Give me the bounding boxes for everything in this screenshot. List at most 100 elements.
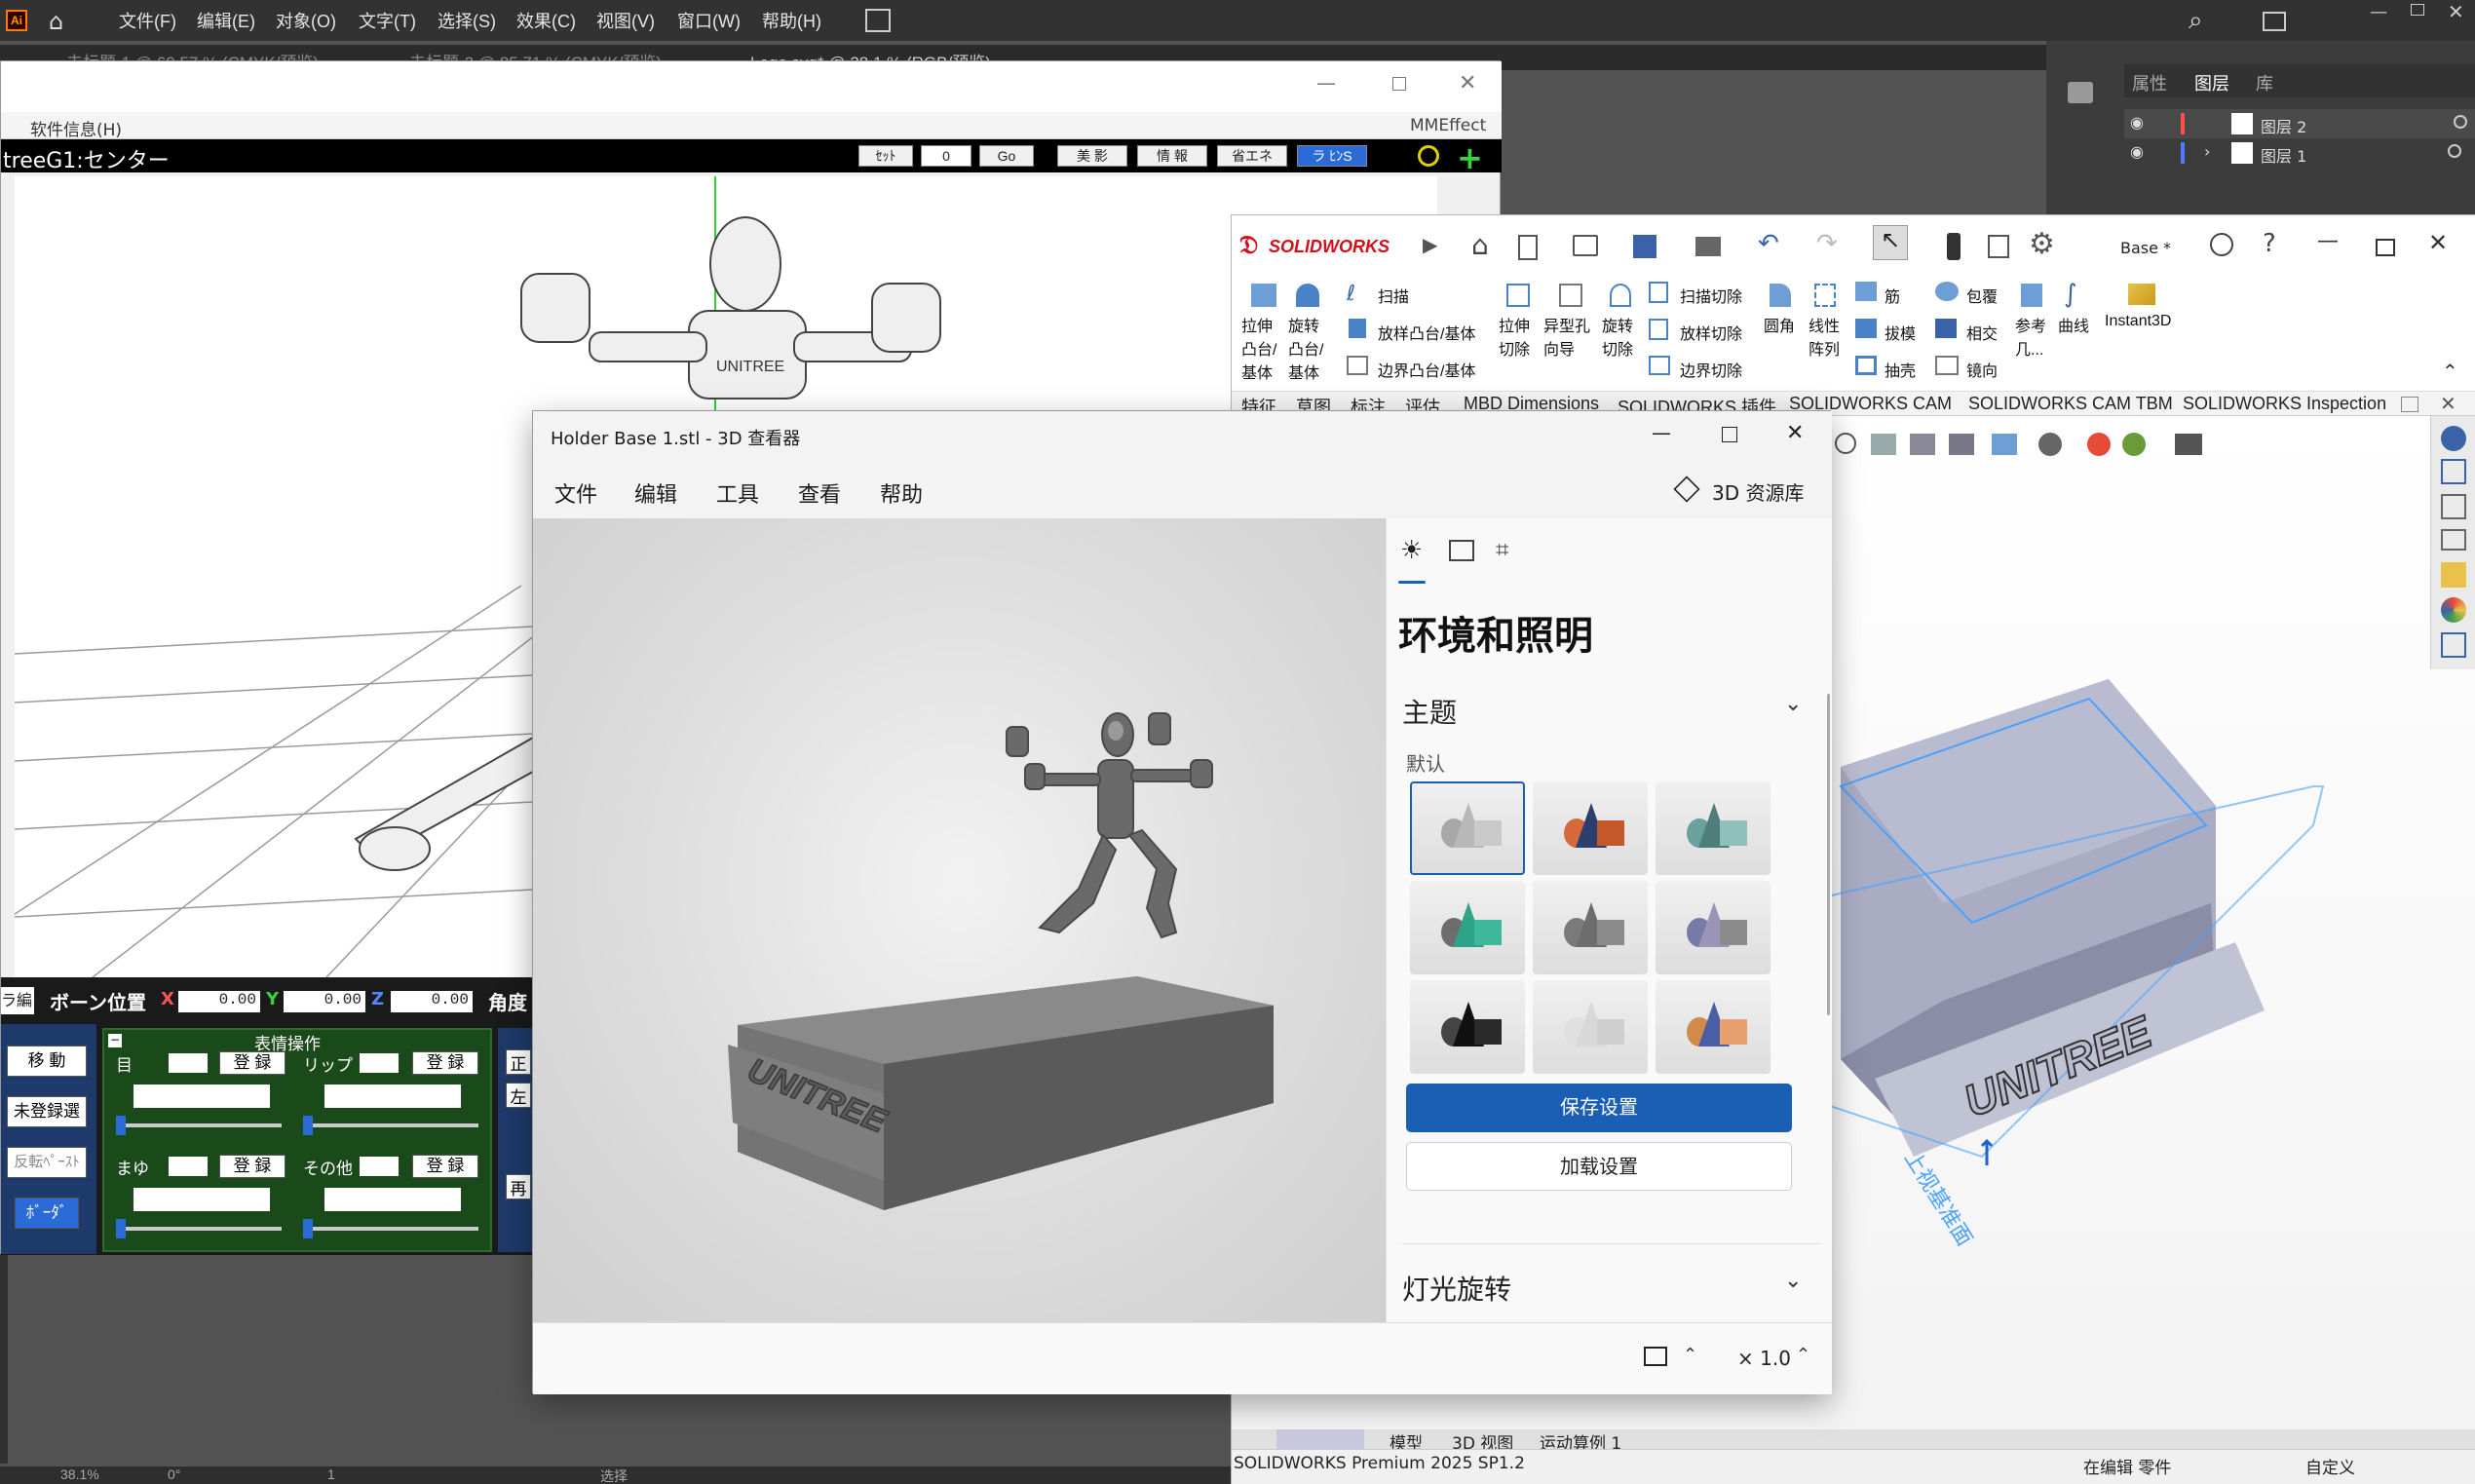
shell-label[interactable]: 抽壳 (1885, 358, 1916, 381)
add-icon[interactable]: + (1457, 139, 1483, 176)
extrude-cut-icon[interactable] (1506, 284, 1530, 307)
chevron-up-icon[interactable]: ⌃ (1683, 1345, 1697, 1365)
menu-view[interactable]: 视图(V) (596, 8, 655, 33)
collapse-icon[interactable]: − (108, 1034, 122, 1047)
help-icon[interactable]: ? (2263, 229, 2276, 258)
reverse-paste-button[interactable]: 反転ﾍﾟｰｽﾄ (7, 1147, 87, 1178)
3d-library-button[interactable]: 3D 资源库 (1712, 477, 1804, 506)
other-slider[interactable] (303, 1219, 478, 1238)
account-icon[interactable] (2210, 233, 2233, 256)
boundary-icon[interactable] (1347, 356, 1368, 375)
slider-thumb[interactable] (116, 1116, 126, 1135)
theme-tile-5[interactable] (1533, 881, 1648, 974)
nav-arrows[interactable] (1276, 1429, 1364, 1449)
eco-button[interactable]: 省エネ (1217, 145, 1287, 167)
brow-register-button[interactable]: 登 録 (219, 1155, 286, 1178)
restore-pane-icon[interactable] (2401, 397, 2418, 412)
home-icon[interactable]: ⌂ (1471, 229, 1489, 261)
eye-icon[interactable]: ◉ (2130, 142, 2144, 161)
artboard-field[interactable]: 1 (327, 1466, 335, 1482)
fillet-label[interactable]: 圆角 (1764, 313, 1799, 336)
minimize-icon[interactable]: — (1652, 421, 1671, 444)
front-button[interactable]: 正 (506, 1049, 531, 1075)
theme-tile-7[interactable] (1410, 980, 1525, 1074)
menu-view[interactable]: 查看 (798, 477, 841, 509)
maximize-icon[interactable] (2376, 239, 2395, 256)
z-field[interactable]: 0.00 (391, 991, 473, 1012)
beauty-button[interactable]: 美 影 (1057, 145, 1127, 167)
menu-software-info[interactable]: 软件信息(H) (30, 116, 122, 140)
draft-icon[interactable] (1855, 319, 1877, 338)
restore-icon[interactable] (2411, 4, 2424, 16)
go-button[interactable]: Go (979, 145, 1034, 167)
boundary-cut-label[interactable]: 边界切除 (1680, 358, 1742, 381)
intersect-icon[interactable] (1935, 319, 1957, 338)
cube-icon[interactable] (1673, 476, 1700, 503)
print-icon[interactable] (1695, 237, 1721, 256)
close-icon[interactable]: ✕ (1459, 71, 1476, 95)
loft-cut-icon[interactable] (1649, 319, 1668, 340)
menu-help[interactable]: 帮助(H) (762, 8, 821, 33)
panel-tab-properties[interactable]: 属性 (2132, 70, 2167, 95)
rib-icon[interactable] (1855, 282, 1877, 301)
menu-object[interactable]: 对象(O) (276, 8, 336, 33)
extrude-boss-icon[interactable] (1251, 284, 1276, 307)
select-icon[interactable]: ↖ (1873, 225, 1908, 260)
sun-icon[interactable]: ☀ (1400, 536, 1423, 565)
zoom-field[interactable]: 38.1% (60, 1466, 99, 1482)
undo-icon[interactable]: ↶ (1758, 229, 1779, 258)
loft-label[interactable]: 放样凸台/基体 (1378, 321, 1475, 344)
lip-slider[interactable] (303, 1116, 478, 1135)
move-button[interactable]: 移 動 (7, 1046, 87, 1077)
design-library-icon[interactable] (2441, 494, 2466, 519)
angle-field[interactable]: 0° (168, 1466, 180, 1482)
info-button[interactable]: 情 報 (1137, 145, 1207, 167)
brow-value[interactable] (169, 1157, 208, 1176)
workspace-icon[interactable] (2263, 12, 2286, 31)
file-props-icon[interactable] (1988, 235, 2009, 258)
revolve-cut-label[interactable]: 旋转切除 (1602, 313, 1641, 360)
brow-slider[interactable] (116, 1219, 282, 1238)
zoom-icon[interactable] (1418, 145, 1439, 167)
collapse-ribbon-icon[interactable]: ⌃ (2442, 360, 2458, 383)
mirror-label[interactable]: 镜向 (1966, 358, 1998, 381)
new-doc-icon[interactable] (1518, 235, 1538, 260)
grid-icon[interactable]: ⌗ (1496, 536, 1509, 563)
revolve-boss-icon[interactable] (1296, 284, 1319, 307)
set-button[interactable]: ｾｯﾄ (858, 145, 913, 167)
sw-units[interactable]: 自定义 (2305, 1454, 2355, 1478)
boundary-label[interactable]: 边界凸台/基体 (1378, 358, 1475, 381)
target-icon[interactable] (2448, 144, 2461, 158)
boundary-cut-icon[interactable] (1649, 356, 1670, 375)
layer-row-1[interactable]: ◉ › 图层 1 (2124, 138, 2475, 168)
eye-register-button[interactable]: 登 録 (219, 1051, 286, 1075)
home-icon[interactable]: ⌂ (49, 8, 63, 35)
home-icon[interactable] (2441, 459, 2466, 484)
linear-pattern-icon[interactable] (1814, 284, 1836, 307)
resources-icon[interactable] (2441, 426, 2466, 451)
options-icon[interactable]: ⚙ (2029, 227, 2055, 261)
menu-window[interactable]: 窗口(W) (677, 8, 741, 33)
menu-select[interactable]: 选择(S) (438, 8, 496, 33)
minimize-icon[interactable]: — (2317, 229, 2339, 253)
custom-props-icon[interactable] (2441, 632, 2466, 658)
panel-tab-library[interactable]: 库 (2256, 70, 2273, 95)
eye-icon[interactable]: ◉ (2130, 113, 2144, 132)
theme-section-title[interactable]: 主题 (1402, 692, 1457, 731)
panel-tab-layers[interactable]: 图层 (2194, 70, 2229, 95)
close-icon[interactable]: ✕ (2428, 229, 2448, 256)
replay-button[interactable]: 再 (506, 1174, 531, 1199)
chevron-down-icon[interactable]: ⌄ (1784, 1269, 1802, 1293)
edit-side-tab[interactable]: ラ編 (1, 987, 34, 1014)
wrap-label[interactable]: 包覆 (1966, 284, 1998, 307)
close-pane-icon[interactable]: ✕ (2440, 392, 2456, 415)
menu-type[interactable]: 文字(T) (359, 8, 416, 33)
eye-slider[interactable] (116, 1116, 282, 1135)
border-button[interactable]: ﾎﾞｰﾀﾞ (15, 1198, 79, 1229)
menu-tools[interactable]: 工具 (716, 477, 759, 509)
instant3d-icon[interactable] (2128, 284, 2155, 305)
slider-thumb[interactable] (303, 1219, 313, 1238)
curves-label[interactable]: 曲线 (2058, 313, 2089, 336)
pin-button[interactable]: ラ ﾋﾝS (1297, 145, 1367, 167)
appearances-icon[interactable] (2441, 597, 2466, 623)
